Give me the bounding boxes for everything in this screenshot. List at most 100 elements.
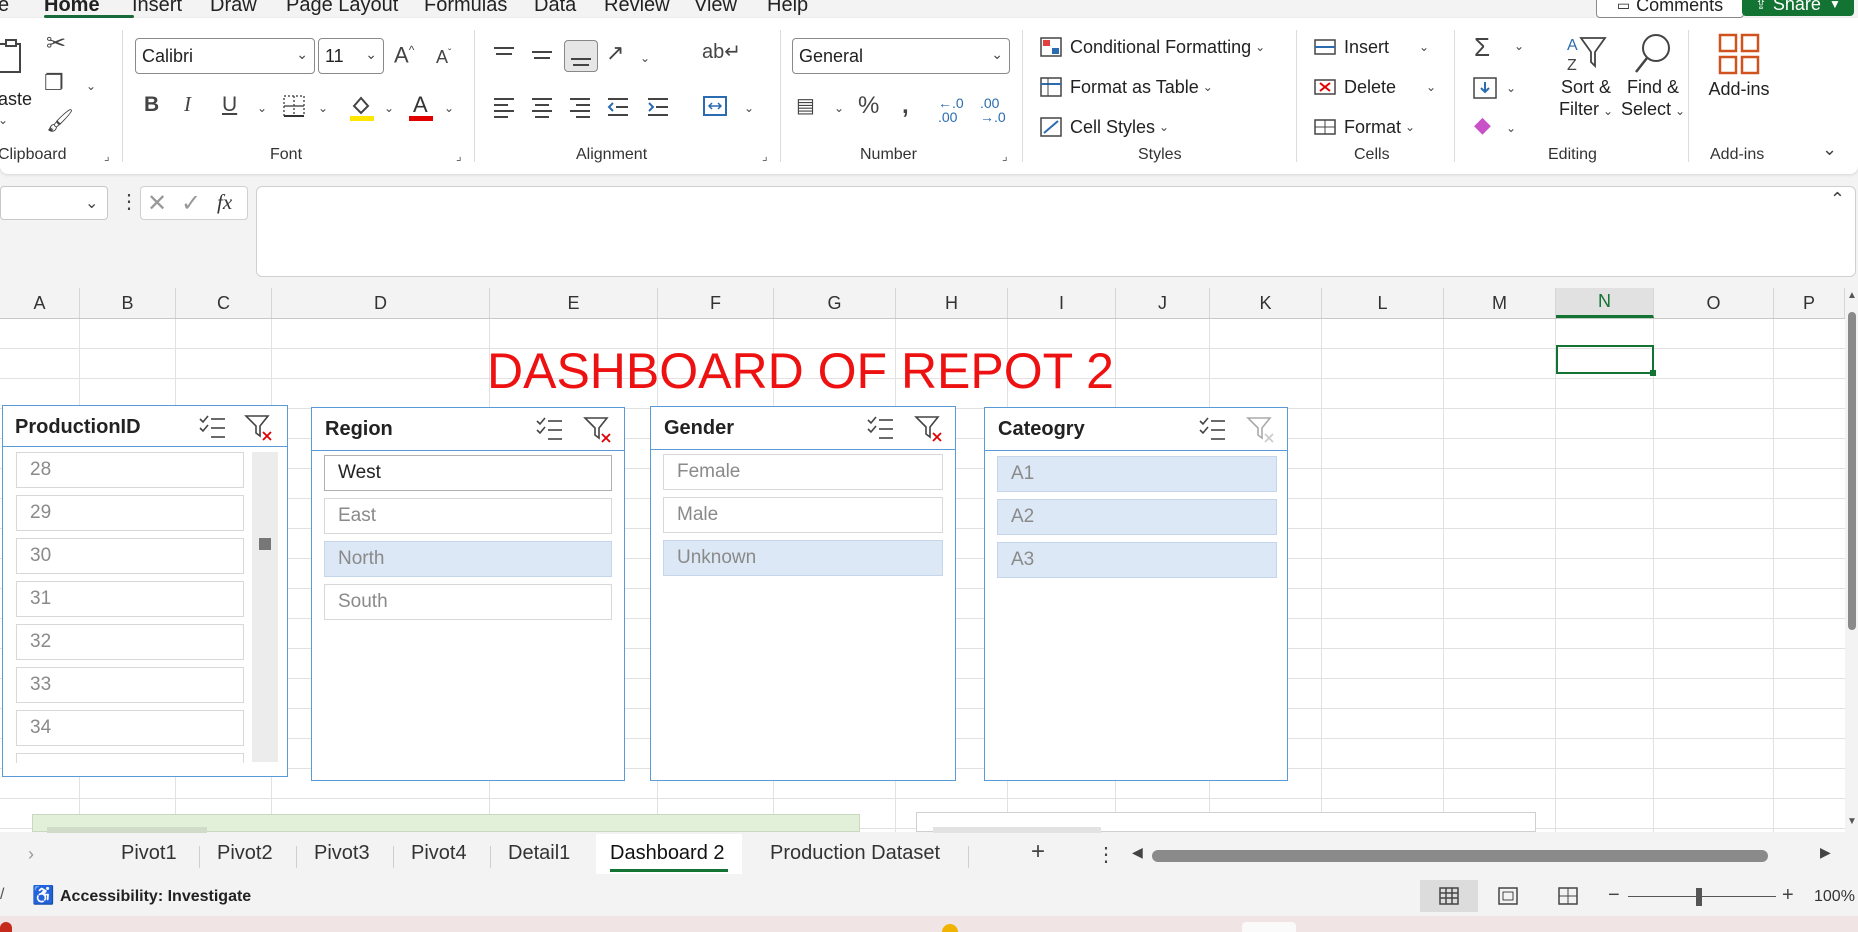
- chevron-down-icon[interactable]: ⌄: [640, 52, 650, 64]
- column-header-g[interactable]: G: [774, 288, 896, 318]
- multi-select-icon[interactable]: [534, 414, 566, 444]
- active-cell-cursor[interactable]: [1556, 345, 1656, 376]
- decrease-decimal-icon[interactable]: .00 →.0: [980, 96, 1006, 124]
- sheet-tab-production-dataset[interactable]: Production Dataset: [770, 842, 940, 865]
- column-header-c[interactable]: C: [176, 288, 272, 318]
- dialog-launcher-icon[interactable]: ⌟: [762, 149, 768, 163]
- wrap-text-icon[interactable]: ab↵: [702, 42, 741, 62]
- slicer-item[interactable]: A1: [997, 456, 1277, 492]
- scrollbar-thumb[interactable]: [259, 538, 271, 550]
- tab-scroll-right-icon[interactable]: ›: [28, 844, 34, 865]
- clear-icon[interactable]: ◆: [1474, 114, 1491, 136]
- fill-icon[interactable]: [1472, 76, 1498, 100]
- slicer-item[interactable]: A2: [997, 499, 1277, 535]
- column-header-f[interactable]: F: [658, 288, 774, 318]
- zoom-slider-thumb[interactable]: [1696, 888, 1702, 906]
- zoom-in-icon[interactable]: +: [1782, 884, 1794, 907]
- format-as-table-button[interactable]: Format as Table ⌄: [1040, 74, 1213, 100]
- conditional-formatting-button[interactable]: Conditional Formatting ⌄: [1040, 34, 1265, 60]
- page-layout-view-icon[interactable]: [1496, 884, 1520, 908]
- tab-view[interactable]: View: [694, 0, 737, 17]
- borders-icon[interactable]: [282, 94, 306, 118]
- decrease-indent-icon[interactable]: [606, 96, 630, 118]
- number-format-combo[interactable]: General ⌄: [792, 38, 1010, 74]
- column-header-n[interactable]: N: [1556, 288, 1654, 318]
- column-header-h[interactable]: H: [896, 288, 1008, 318]
- slicer-scrollbar[interactable]: [252, 452, 278, 762]
- cell-styles-button[interactable]: Cell Styles ⌄: [1040, 114, 1169, 140]
- slicer-item[interactable]: Female: [663, 454, 943, 490]
- column-header-k[interactable]: K: [1210, 288, 1322, 318]
- cut-icon[interactable]: ✂: [46, 32, 66, 56]
- column-header-b[interactable]: B: [80, 288, 176, 318]
- tab-page-layout[interactable]: Page Layout: [286, 0, 398, 17]
- slicer-item[interactable]: 33: [16, 667, 244, 703]
- zoom-level[interactable]: 100%: [1814, 888, 1855, 906]
- percent-style-icon[interactable]: %: [858, 94, 879, 118]
- sheet-tab-pivot4[interactable]: Pivot4: [411, 842, 467, 865]
- chevron-down-icon[interactable]: ⌄: [0, 114, 8, 126]
- accessibility-icon[interactable]: ♿: [32, 885, 54, 906]
- share-button[interactable]: ⇪ Share ▼: [1742, 0, 1854, 16]
- find-select-button[interactable]: Find & Select ⌄: [1612, 32, 1694, 142]
- add-ins-button[interactable]: Add-ins: [1700, 32, 1778, 142]
- chevron-down-icon[interactable]: ⌄: [834, 102, 844, 114]
- slicer-item[interactable]: 30: [16, 538, 244, 574]
- format-painter-icon[interactable]: 🖌: [46, 110, 74, 132]
- scrollbar-thumb[interactable]: [1848, 312, 1856, 630]
- merge-center-icon[interactable]: [702, 94, 728, 118]
- slicer-item[interactable]: Male: [663, 497, 943, 533]
- add-sheet-icon[interactable]: +: [1031, 838, 1045, 866]
- slicer-item[interactable]: East: [324, 498, 612, 534]
- more-sheets-icon[interactable]: ⋮: [1096, 842, 1116, 867]
- chevron-down-icon[interactable]: ⌄: [1506, 122, 1516, 134]
- top-align-icon[interactable]: [492, 44, 516, 66]
- normal-view-button[interactable]: [1420, 880, 1478, 912]
- enter-icon[interactable]: ✓: [181, 189, 201, 218]
- multi-select-icon[interactable]: [865, 413, 897, 443]
- autosum-icon[interactable]: Σ: [1474, 34, 1490, 60]
- format-cells-button[interactable]: Format ⌄: [1314, 114, 1415, 140]
- dialog-launcher-icon[interactable]: ⌟: [1002, 149, 1008, 163]
- name-box[interactable]: ⌄: [0, 186, 108, 220]
- slicer-item[interactable]: Unknown: [663, 540, 943, 576]
- align-right-icon[interactable]: [568, 96, 592, 118]
- sheet-tab-pivot3[interactable]: Pivot3: [314, 842, 370, 865]
- cancel-icon[interactable]: ✕: [147, 189, 167, 218]
- delete-cells-button[interactable]: Delete ⌄: [1314, 74, 1436, 100]
- orientation-icon[interactable]: ↗: [606, 42, 624, 64]
- accessibility-status[interactable]: Accessibility: Investigate: [60, 888, 251, 906]
- chevron-down-icon[interactable]: ⌄: [318, 102, 328, 114]
- decrease-font-size-icon[interactable]: Aˇ: [436, 48, 451, 66]
- clear-filter-icon[interactable]: [913, 413, 945, 443]
- sheet-tab-dashboard-2[interactable]: Dashboard 2: [610, 842, 725, 865]
- slicer-item[interactable]: 28: [16, 452, 244, 488]
- slicer-item[interactable]: A3: [997, 542, 1277, 578]
- increase-font-size-icon[interactable]: A^: [394, 44, 414, 66]
- tab-file[interactable]: e: [0, 0, 9, 17]
- bottom-align-icon[interactable]: [564, 40, 598, 72]
- italic-icon[interactable]: I: [184, 94, 191, 115]
- sheet-tab-pivot2[interactable]: Pivot2: [217, 842, 273, 865]
- dialog-launcher-icon[interactable]: ⌟: [104, 149, 110, 163]
- slicer-category[interactable]: Cateogry A1 A2 A3: [984, 407, 1288, 781]
- column-header-p[interactable]: P: [1774, 288, 1845, 318]
- slicer-region[interactable]: Region West East North South: [311, 407, 625, 781]
- accounting-format-icon[interactable]: ▤: [796, 96, 815, 116]
- tab-data[interactable]: Data: [534, 0, 576, 17]
- chevron-down-icon[interactable]: ⌄: [444, 102, 454, 114]
- paste-icon[interactable]: [0, 38, 28, 76]
- tab-draw[interactable]: Draw: [210, 0, 257, 17]
- tab-review[interactable]: Review: [604, 0, 670, 17]
- column-header-j[interactable]: J: [1116, 288, 1210, 318]
- multi-select-icon[interactable]: [1197, 414, 1229, 444]
- chart-object-partial[interactable]: [916, 812, 1536, 833]
- slicer-item[interactable]: North: [324, 541, 612, 577]
- page-break-preview-icon[interactable]: [1556, 884, 1580, 908]
- formula-input[interactable]: ⌃: [256, 186, 1856, 277]
- column-header-d[interactable]: D: [272, 288, 490, 318]
- underline-icon[interactable]: U: [222, 94, 237, 115]
- clear-filter-icon[interactable]: [1245, 414, 1277, 444]
- fill-color-icon[interactable]: [348, 92, 374, 122]
- copy-icon[interactable]: ❐: [44, 72, 64, 94]
